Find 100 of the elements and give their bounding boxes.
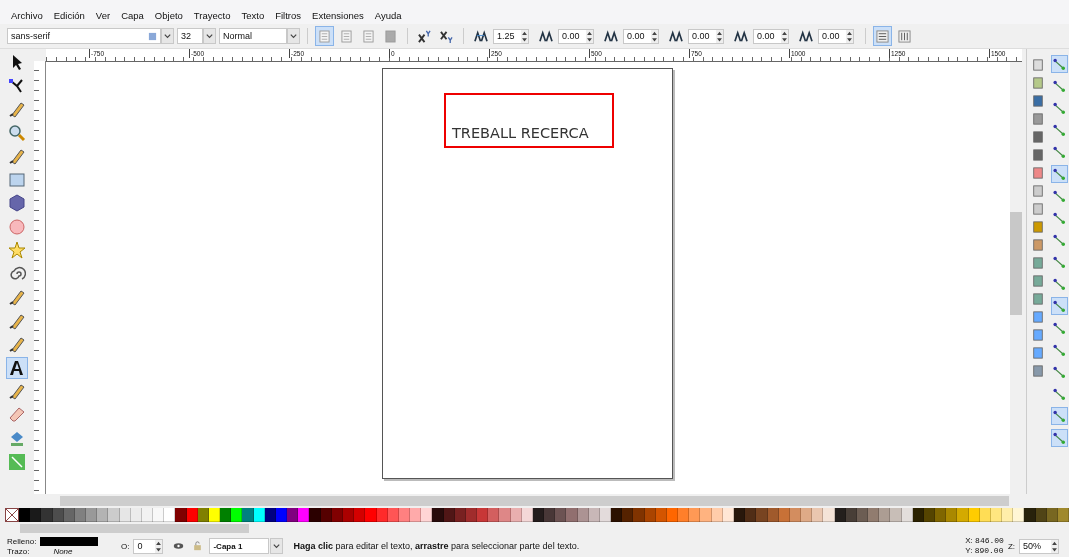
color-swatch[interactable] [264, 508, 276, 522]
color-swatch[interactable] [1035, 508, 1047, 522]
color-swatch[interactable] [756, 508, 768, 522]
color-swatch[interactable] [365, 508, 377, 522]
color-swatch[interactable] [655, 508, 667, 522]
dropdown-button[interactable] [203, 28, 216, 44]
menu-item[interactable]: Edición [53, 10, 85, 22]
spin-field[interactable]: 0.00 [818, 28, 854, 44]
color-swatch[interactable] [801, 508, 813, 522]
star-icon[interactable] [6, 239, 28, 262]
color-swatch[interactable] [309, 508, 321, 522]
color-swatch[interactable] [298, 508, 310, 522]
subscript-icon[interactable] [439, 29, 454, 43]
color-swatch[interactable] [968, 508, 980, 522]
color-swatch[interactable] [488, 508, 500, 522]
color-swatch[interactable] [19, 508, 31, 522]
color-swatch[interactable] [1046, 508, 1058, 522]
color-swatch[interactable] [97, 508, 109, 522]
color-swatch[interactable] [197, 508, 209, 522]
color-swatch[interactable] [432, 508, 444, 522]
color-swatch[interactable] [119, 508, 131, 522]
color-swatch[interactable] [644, 508, 656, 522]
color-swatch[interactable] [186, 508, 198, 522]
color-swatch[interactable] [410, 508, 422, 522]
color-swatch[interactable] [767, 508, 779, 522]
canvas-text[interactable]: TREBALL RECERCA [452, 125, 589, 141]
color-swatch[interactable] [1013, 508, 1025, 522]
color-swatch[interactable] [52, 508, 64, 522]
color-swatch[interactable] [834, 508, 846, 522]
fill-swatch[interactable] [40, 536, 99, 546]
lock-icon[interactable] [192, 541, 204, 551]
color-swatch[interactable] [1002, 508, 1014, 522]
snap-toggle[interactable] [1050, 297, 1068, 315]
spin-field[interactable]: 0.00 [688, 28, 724, 44]
color-swatch[interactable] [745, 508, 757, 522]
dropdown-button[interactable] [287, 28, 300, 44]
color-swatch[interactable] [108, 508, 120, 522]
menu-item[interactable]: Objeto [154, 10, 183, 22]
color-swatch[interactable] [577, 508, 589, 522]
color-swatch[interactable] [320, 508, 332, 522]
dropdown-button[interactable] [270, 538, 284, 554]
color-swatch[interactable] [935, 508, 947, 522]
align-button[interactable] [315, 26, 334, 46]
color-swatch[interactable] [499, 508, 511, 522]
color-swatch[interactable] [376, 508, 388, 522]
menu-item[interactable]: Capa [121, 10, 144, 22]
color-swatch[interactable] [957, 508, 969, 522]
color-swatch[interactable] [879, 508, 891, 522]
dropdown-button[interactable] [161, 28, 174, 44]
color-swatch[interactable] [633, 508, 645, 522]
color-swatch[interactable] [443, 508, 455, 522]
color-swatch[interactable] [477, 508, 489, 522]
color-swatch[interactable] [242, 508, 254, 522]
color-swatch[interactable] [823, 508, 835, 522]
horizontal-scrollbar[interactable] [60, 496, 1009, 506]
layer-dropdown[interactable]: -Capa 1 [209, 538, 270, 554]
color-swatch[interactable] [130, 508, 142, 522]
color-swatch[interactable] [164, 508, 176, 522]
color-swatch[interactable] [86, 508, 98, 522]
menu-item[interactable]: Archivo [11, 10, 43, 22]
snap-toggle[interactable] [1050, 165, 1068, 183]
font-size-field[interactable]: 32 [177, 28, 203, 44]
menu-item[interactable]: Filtros [275, 10, 302, 22]
font-family-field[interactable]: sans-serif [7, 28, 161, 44]
color-swatch[interactable] [331, 508, 343, 522]
color-swatch[interactable] [354, 508, 366, 522]
text-tool-icon[interactable] [6, 356, 28, 379]
color-swatch[interactable] [521, 508, 533, 522]
color-swatch[interactable] [41, 508, 53, 522]
color-swatch[interactable] [555, 508, 567, 522]
color-swatch[interactable] [678, 508, 690, 522]
spin-field[interactable]: 0.00 [558, 28, 594, 44]
color-swatch[interactable] [253, 508, 265, 522]
color-swatch[interactable] [387, 508, 399, 522]
color-swatch[interactable] [153, 508, 165, 522]
color-swatch[interactable] [734, 508, 746, 522]
color-swatch[interactable] [588, 508, 600, 522]
spin-field[interactable]: 0.00 [623, 28, 659, 44]
color-swatch[interactable] [622, 508, 634, 522]
color-swatch[interactable] [566, 508, 578, 522]
color-swatch[interactable] [30, 508, 42, 522]
zoom-field[interactable]: 50% [1019, 538, 1059, 554]
color-swatch[interactable] [175, 508, 187, 522]
orientation-button[interactable] [873, 26, 892, 46]
color-swatch[interactable] [700, 508, 712, 522]
opacity-field[interactable]: 0 [133, 538, 164, 554]
color-swatch[interactable] [901, 508, 913, 522]
color-swatch[interactable] [1024, 508, 1036, 522]
font-style-field[interactable]: Normal [219, 28, 287, 44]
new-document-icon[interactable] [1032, 59, 1044, 71]
color-swatch[interactable] [689, 508, 701, 522]
color-swatch[interactable] [946, 508, 958, 522]
superscript-icon[interactable] [417, 29, 432, 43]
color-swatch[interactable] [890, 508, 902, 522]
canvas[interactable]: TREBALL RECERCA [46, 62, 1010, 494]
palette-scrollbar[interactable] [20, 524, 249, 533]
spin-field[interactable]: 0.00 [753, 28, 789, 44]
color-swatch[interactable] [231, 508, 243, 522]
menu-item[interactable]: Texto [241, 10, 265, 22]
color-swatch[interactable] [287, 508, 299, 522]
